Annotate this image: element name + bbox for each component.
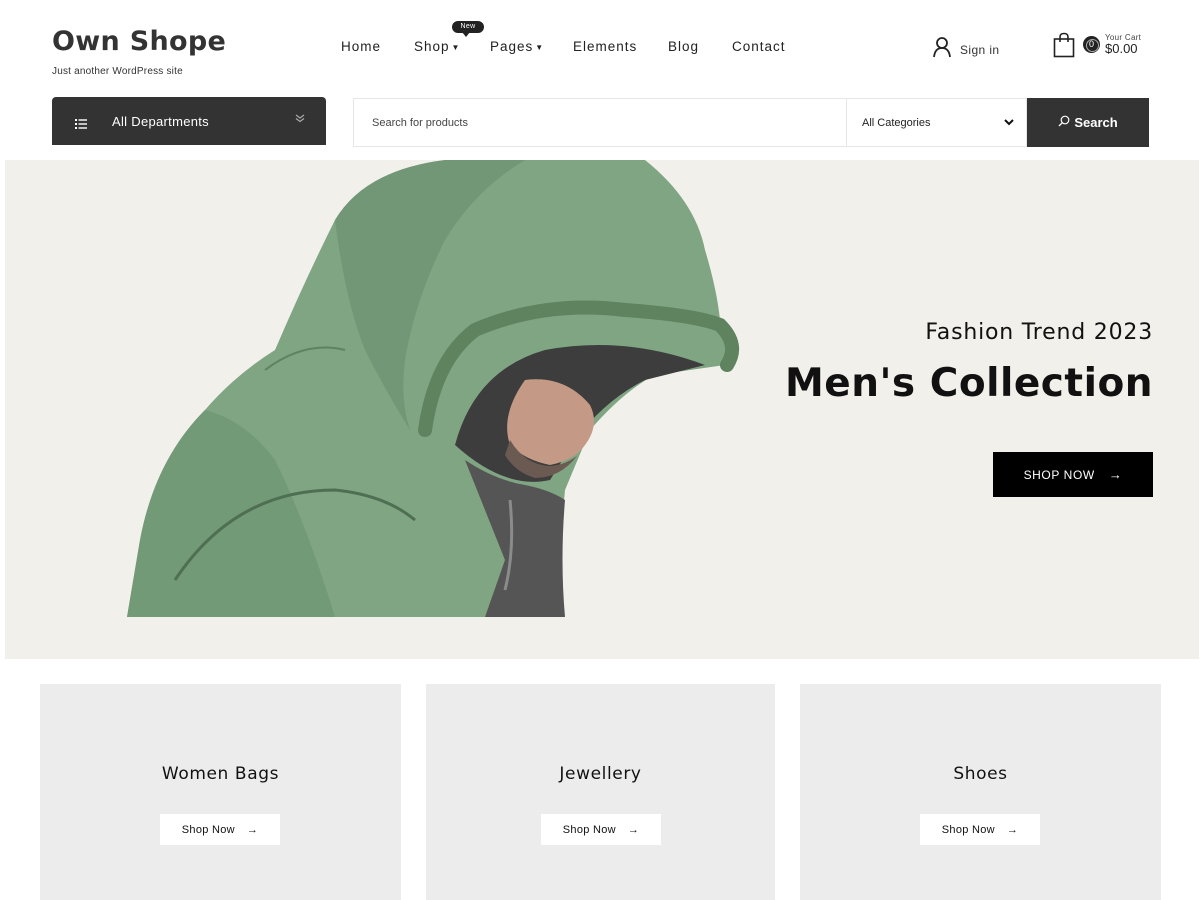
nav-item-blog[interactable]: Blog (668, 39, 699, 54)
cart-amount: $0.00 (1105, 41, 1138, 56)
category-card-title: Women Bags (161, 764, 280, 784)
hero-image (127, 160, 740, 617)
all-departments-label: All Departments (112, 113, 209, 129)
category-shop-now-label: Shop Now (181, 823, 235, 836)
chevron-down-icon (1003, 116, 1015, 131)
site-tagline: Just another WordPress site (52, 66, 183, 77)
site-title[interactable]: Own Shope (52, 26, 226, 57)
arrow-right-icon: → (1108, 467, 1123, 482)
search-button[interactable]: Search (1027, 98, 1149, 147)
search-icon (1058, 115, 1074, 130)
category-shop-now-label: Shop Now (562, 823, 616, 836)
new-badge: New (452, 21, 484, 37)
search-button-label: Search (1074, 115, 1118, 130)
category-shop-now-button[interactable]: Shop Now → (160, 814, 280, 845)
double-chevron-down-icon (295, 113, 305, 126)
nav-item-label: Elements (573, 39, 638, 54)
nav-item-label: Contact (732, 39, 786, 54)
category-shop-now-label: Shop Now (941, 823, 995, 836)
arrow-right-icon: → (1006, 823, 1019, 836)
nav-item-pages[interactable]: Pages ▼ (490, 39, 544, 54)
category-card-title: Jewellery (559, 764, 642, 784)
category-card-title: Shoes (953, 764, 1008, 784)
category-shop-now-button[interactable]: Shop Now → (920, 814, 1040, 845)
sign-in-label: Sign in (960, 42, 1000, 57)
user-icon (932, 36, 952, 63)
nav-item-label: Blog (668, 39, 700, 54)
hero-banner: Fashion Trend 2023 Men's Collection SHOP… (5, 160, 1199, 659)
arrow-right-icon: → (246, 823, 259, 836)
category-card-women-bags[interactable]: Women Bags Shop Now → (40, 684, 401, 900)
nav-item-contact[interactable]: Contact (732, 39, 786, 54)
nav-item-label: Pages (490, 39, 534, 54)
caret-down-icon: ▼ (451, 42, 461, 52)
site-brand[interactable]: Own Shope Just another WordPress site (52, 26, 226, 77)
category-card-shoes[interactable]: Shoes Shop Now → (800, 684, 1161, 900)
shop-now-button[interactable]: SHOP NOW → (993, 452, 1153, 497)
nav-item-elements[interactable]: Elements (573, 39, 637, 54)
category-card-jewellery[interactable]: Jewellery Shop Now → (426, 684, 775, 900)
nav-item-label: Home (341, 39, 382, 54)
caret-down-icon: ▼ (535, 42, 545, 52)
category-select[interactable]: All Categories (846, 98, 1027, 147)
arrow-right-icon: → (627, 823, 640, 836)
search-input[interactable] (353, 98, 847, 147)
nav-item-shop[interactable]: Shop ▼ (414, 39, 460, 54)
hero-subtitle: Fashion Trend 2023 (925, 320, 1153, 345)
list-icon (75, 116, 87, 129)
shop-now-label: SHOP NOW (1023, 467, 1095, 482)
category-select-value: All Categories (862, 116, 931, 129)
sign-in-link[interactable]: Sign in (932, 36, 1000, 63)
nav-item-home[interactable]: Home (341, 39, 381, 54)
category-shop-now-button[interactable]: Shop Now → (541, 814, 661, 845)
cart-button[interactable]: 0 Your Cart $0.00 (1053, 32, 1141, 63)
cart-count-badge: 0 (1083, 36, 1100, 53)
hero-title: Men's Collection (784, 361, 1153, 406)
all-departments-toggle[interactable]: All Departments (52, 97, 326, 145)
shopping-bag-icon (1053, 32, 1075, 63)
nav-item-label: Shop (414, 39, 450, 54)
